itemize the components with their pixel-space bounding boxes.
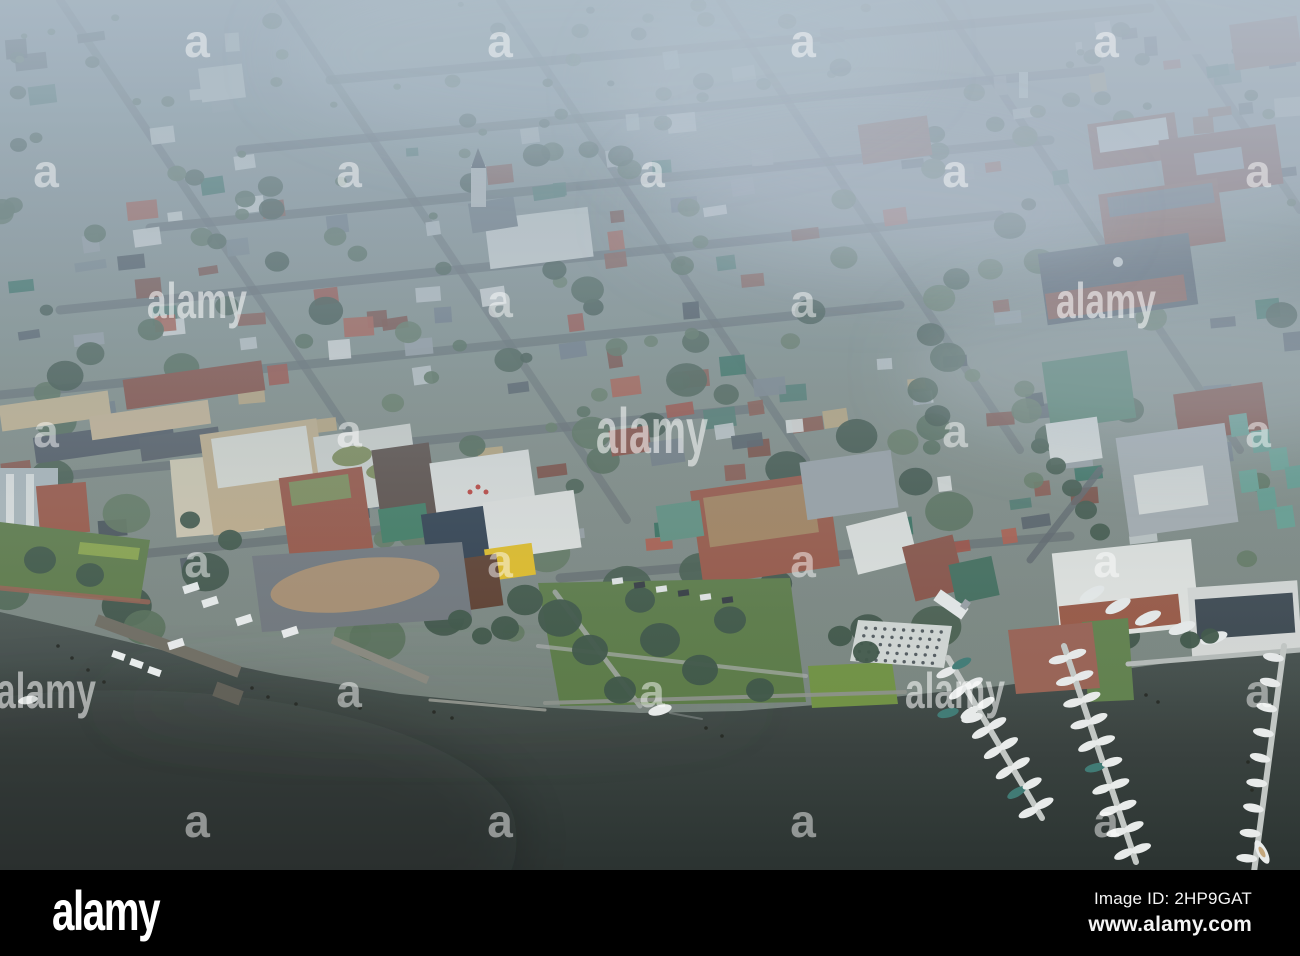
stock-photo: a a a a a a a a a a a a a a a a a a a a a a a a a a alamy alamy alam…: [0, 0, 1300, 870]
watermark-letter: a: [336, 405, 362, 457]
aerial-photo-scene: a a a a a a a a a a a a a a a a a a a a a a a a a a alamy alamy alam…: [0, 0, 1300, 870]
watermark-letter: a: [942, 405, 968, 457]
watermark-letter: a: [942, 145, 968, 197]
watermark-letter: a: [487, 535, 513, 587]
watermark-letter: a: [33, 405, 59, 457]
watermark-letter: a: [639, 145, 665, 197]
watermark-letter: a: [33, 145, 59, 197]
footer-meta: Image ID: 2HP9GAT www.alamy.com: [1088, 888, 1252, 938]
watermark-letter: a: [487, 275, 513, 327]
website-url: www.alamy.com: [1088, 912, 1252, 936]
watermark-letter: a: [184, 535, 210, 587]
watermark-brand: alamy: [905, 663, 1005, 719]
watermark-letter: a: [1245, 665, 1271, 717]
watermark-letter: a: [1245, 405, 1271, 457]
image-id-label: Image ID: 2HP9GAT: [1093, 888, 1252, 908]
watermark-letter: a: [1093, 535, 1119, 587]
watermark-letter: a: [487, 795, 513, 847]
watermark-letter: a: [790, 15, 816, 67]
watermark-brand: alamy: [1056, 273, 1156, 329]
alamy-logo: alamy: [52, 879, 161, 942]
watermark-letter: a: [487, 15, 513, 67]
watermark-letter: a: [336, 145, 362, 197]
watermark-letter: a: [1093, 15, 1119, 67]
watermark-brand: alamy: [0, 663, 96, 719]
watermark-brand: alamy: [596, 395, 708, 467]
watermark-letter: a: [336, 665, 362, 717]
watermark-letter: a: [790, 795, 816, 847]
watermark-brand: alamy: [147, 273, 247, 329]
watermark-letter: a: [184, 15, 210, 67]
watermark-letter: a: [639, 665, 665, 717]
watermark-letter: a: [790, 535, 816, 587]
watermark-letter: a: [790, 275, 816, 327]
watermark-letter: a: [184, 795, 210, 847]
footer-bar: alamy Image ID: 2HP9GAT www.alamy.com: [0, 870, 1300, 956]
stock-photo-page: a a a a a a a a a a a a a a a a a a a a a a a a a a alamy alamy alam…: [0, 0, 1300, 956]
watermark-letter: a: [1093, 795, 1119, 847]
watermark-letter: a: [1245, 145, 1271, 197]
